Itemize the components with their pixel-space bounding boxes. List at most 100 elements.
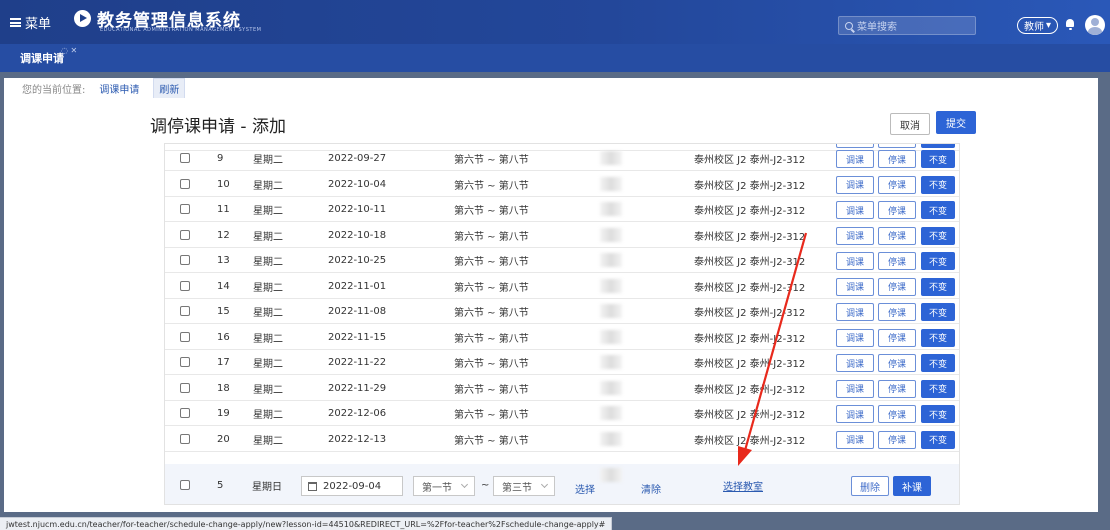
adjust-button[interactable]: 调课 [836, 303, 874, 321]
row-room: 泰州校区 J2 泰州-J2-312 [694, 206, 806, 217]
row-checkbox[interactable] [180, 382, 190, 393]
choose-room-link[interactable]: 选择教室 [723, 473, 763, 497]
row-date: 2022-11-29 [328, 382, 387, 394]
delete-button[interactable]: 删除 [851, 476, 889, 496]
row-weekday: 星期二 [253, 359, 283, 370]
menu-button[interactable]: 菜单 [10, 13, 51, 32]
menu-search-input[interactable]: 菜单搜索 [838, 16, 976, 35]
stop-button[interactable]: 停课 [878, 354, 916, 372]
select-teacher-link[interactable]: 选择 [575, 476, 595, 500]
start-section-value: 第一节 [422, 482, 452, 494]
table-row: 18 星期二 2022-11-29 第六节 ~ 第八节 泰州校区 J2 泰州-J2-31… [165, 376, 959, 401]
keep-button[interactable]: 不变 [921, 354, 955, 372]
keep-button[interactable]: 不变 [921, 175, 955, 194]
row-date: 2022-12-06 [328, 408, 387, 419]
schedule-table[interactable]: 调课停课不变9星期二2022-09-27第六节 ~ 第八节泰州校区 J2 泰州-… [164, 143, 960, 505]
breadcrumb-prefix: 您的当前位置: [22, 84, 86, 96]
bell-icon[interactable] [1066, 19, 1074, 30]
adjust-button[interactable]: 调课 [836, 379, 874, 398]
keep-button[interactable]: 不变 [921, 201, 955, 219]
keep-button[interactable]: 不变 [921, 303, 955, 321]
row-section: 第六节 ~ 第八节 [454, 359, 529, 370]
row-checkbox[interactable] [180, 255, 190, 265]
adjust-button[interactable]: 调课 [836, 150, 874, 168]
row-date: 2022-11-15 [328, 331, 387, 343]
row-checkbox[interactable] [180, 408, 190, 418]
stop-button[interactable]: 停课 [878, 405, 916, 423]
adjust-button[interactable]: 调课 [836, 252, 874, 270]
end-section-select[interactable]: 第三节 [493, 476, 555, 496]
row-room: 泰州校区 J2 泰州-J2-312 [694, 180, 806, 192]
role-dropdown[interactable]: 教师 ▾ [1017, 17, 1059, 34]
row-no: 10 [217, 178, 230, 190]
refresh-button[interactable]: 刷新 [153, 77, 186, 99]
keep-button[interactable]: 不变 [921, 150, 955, 168]
stop-button[interactable]: 停课 [878, 150, 916, 168]
row-checkbox[interactable] [180, 153, 190, 163]
adjust-button[interactable]: 调课 [836, 328, 874, 347]
row-weekday: 星期二 [253, 206, 283, 217]
row-checkbox[interactable] [180, 204, 190, 214]
stop-button[interactable]: 停课 [878, 175, 916, 194]
main-panel: 调停课申请 - 添加 取消 提交 调课停课不变9星期二2022-09-27第六节… [4, 98, 1098, 512]
row-checkbox[interactable] [180, 229, 190, 240]
adjust-button[interactable]: 调课 [836, 405, 874, 423]
row-no: 15 [217, 306, 230, 317]
stop-button[interactable]: 停课 [878, 226, 916, 245]
stop-button[interactable]: 停课 [878, 430, 916, 449]
row-section: 第六节 ~ 第八节 [454, 410, 529, 421]
row-checkbox[interactable] [180, 306, 190, 316]
hamburger-icon [10, 18, 21, 27]
row-section: 第六节 ~ 第八节 [454, 333, 529, 345]
tab-schedule-change[interactable]: 调课申请 [20, 44, 64, 72]
submit-button[interactable]: 提交 [936, 111, 976, 134]
redacted-teacher [600, 355, 622, 369]
adjust-button[interactable]: 调课 [836, 354, 874, 372]
stop-button[interactable]: 停课 [878, 252, 916, 270]
keep-button[interactable]: 不变 [921, 405, 955, 423]
adjust-button[interactable]: 调课 [836, 277, 874, 296]
breadcrumb-current[interactable]: 调课申请 [99, 81, 139, 96]
date-field[interactable]: 2022-09-04 [301, 476, 403, 496]
keep-button[interactable]: 不变 [921, 430, 955, 449]
row-checkbox[interactable] [180, 331, 190, 342]
table-row: 12 星期二 2022-10-18 第六节 ~ 第八节 泰州校区 J2 泰州-J2-31… [165, 223, 959, 248]
stop-button[interactable]: 停课 [878, 201, 916, 219]
row-no: 13 [217, 255, 230, 266]
keep-button[interactable]: 不变 [921, 328, 955, 347]
tab-close-icon[interactable]: ◌ ✕ [61, 46, 77, 55]
row-checkbox[interactable] [180, 178, 190, 189]
keep-button[interactable]: 不变 [921, 277, 955, 296]
keep-button[interactable]: 不变 [921, 226, 955, 245]
row-checkbox[interactable] [180, 280, 190, 291]
clear-link[interactable]: 清除 [641, 476, 661, 500]
stop-button[interactable]: 停课 [878, 303, 916, 321]
row-section: 第六节 ~ 第八节 [454, 308, 529, 319]
adjust-button[interactable]: 调课 [836, 226, 874, 245]
keep-button[interactable]: 不变 [921, 252, 955, 270]
stop-button[interactable]: 停课 [878, 379, 916, 398]
adjust-button[interactable]: 调课 [836, 430, 874, 449]
row-checkbox[interactable] [180, 480, 190, 490]
row-checkbox[interactable] [180, 433, 190, 444]
row-checkbox[interactable] [180, 357, 190, 367]
stop-button[interactable]: 停课 [878, 277, 916, 296]
chevron-down-icon [460, 480, 469, 489]
status-url: jwtest.njucm.edu.cn/teacher/for-teacher/… [0, 517, 613, 530]
row-room: 泰州校区 J2 泰州-J2-312 [694, 435, 806, 447]
cancel-button[interactable]: 取消 [890, 113, 930, 135]
stop-button[interactable]: 停课 [878, 328, 916, 347]
keep-button[interactable]: 不变 [921, 379, 955, 398]
start-section-select[interactable]: 第一节 [413, 476, 475, 496]
table-row: 13 星期二 2022-10-25 第六节 ~ 第八节 泰州校区 J2 泰州-J2-31… [165, 248, 959, 273]
avatar[interactable] [1085, 15, 1105, 35]
adjust-button[interactable]: 调课 [836, 175, 874, 194]
play-logo-icon [74, 10, 91, 27]
row-weekday: 星期二 [253, 155, 283, 166]
row-room: 泰州校区 J2 泰州-J2-312 [694, 308, 806, 319]
tab-label: 调课申请 [20, 52, 64, 65]
add-lesson-button[interactable]: 补课 [893, 476, 931, 496]
search-icon [845, 21, 853, 30]
adjust-button[interactable]: 调课 [836, 201, 874, 219]
table-row: 9 星期二 2022-09-27 第六节 ~ 第八节 泰州校区 J2 泰州-J2-312… [165, 146, 959, 171]
